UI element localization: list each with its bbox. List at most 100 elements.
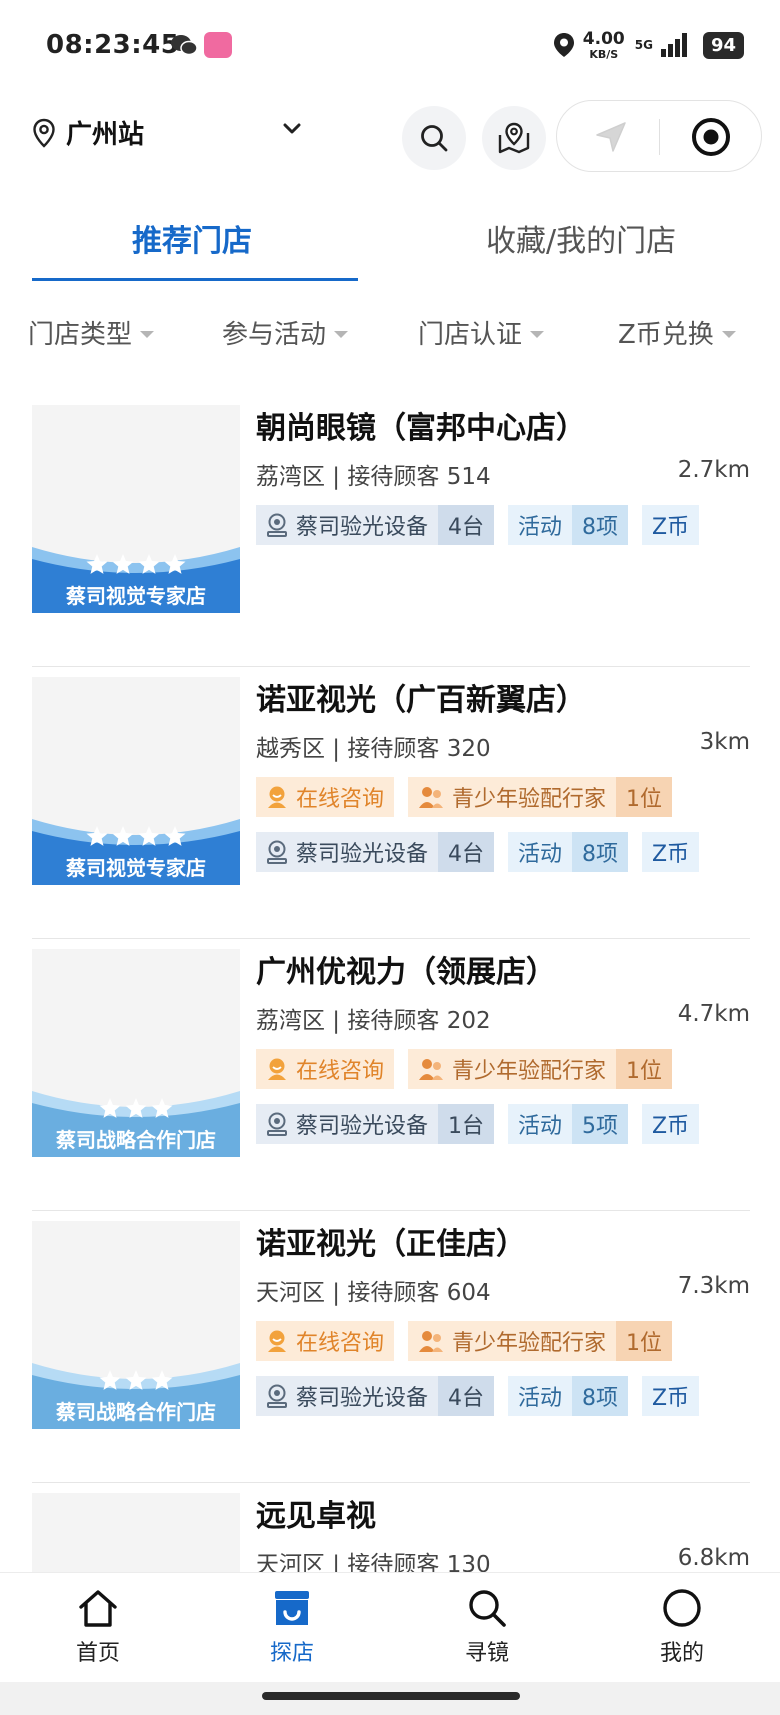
activity-tag[interactable]: 活动 8项 <box>508 1376 629 1416</box>
feature-tags: 蔡司验光设备 1台 活动 5项 Z币 <box>256 1104 700 1144</box>
service-tags: 在线咨询 青少年验配行家 1位 <box>256 1049 673 1089</box>
equipment-tag[interactable]: 蔡司验光设备 4台 <box>256 832 495 872</box>
store-card[interactable]: 远见卓视 天河区 | 接待顾客 130 6.8km <box>0 1483 780 1573</box>
wechat-icon <box>171 35 198 56</box>
activity-tag[interactable]: 活动 5项 <box>508 1104 629 1144</box>
city-selector[interactable]: 广州站 <box>32 114 144 151</box>
location-pin-icon <box>33 118 55 148</box>
store-thumbnail[interactable] <box>32 1493 240 1573</box>
equipment-tag[interactable]: 蔡司验光设备 4台 <box>256 505 495 545</box>
customers-count: 604 <box>446 1280 491 1306</box>
consult-online-tag[interactable]: 在线咨询 <box>256 777 395 817</box>
equipment-tag[interactable]: 蔡司验光设备 1台 <box>256 1104 495 1144</box>
search-button[interactable] <box>402 106 466 170</box>
filter-zcoin[interactable]: Z币兑换 <box>618 314 736 351</box>
consult-online-tag[interactable]: 在线咨询 <box>256 1049 395 1089</box>
zcoin-tag[interactable]: Z币 <box>642 832 700 872</box>
people-icon <box>419 1331 444 1352</box>
caret-down-icon <box>334 331 349 338</box>
meta-space <box>439 1280 446 1306</box>
tab-recommended[interactable]: 推荐门店 <box>132 216 252 260</box>
meta-space <box>439 736 446 762</box>
zcoin-tag[interactable]: Z币 <box>642 1376 700 1416</box>
store-meta: 天河区 | 接待顾客 130 <box>256 1545 491 1573</box>
tag-body: 青少年验配行家 <box>408 777 617 817</box>
feature-tags: 蔡司验光设备 4台 活动 8项 Z币 <box>256 832 700 872</box>
store-name: 广州优视力（领展店） <box>256 955 556 990</box>
teen-label: 青少年验配行家 <box>452 1331 607 1356</box>
equipment-label: 蔡司验光设备 <box>296 1386 429 1411</box>
activity-count: 8项 <box>572 505 629 545</box>
tag-body: 在线咨询 <box>256 777 395 817</box>
badge-label: 蔡司战略合作门店 <box>56 1128 216 1152</box>
tab-favorites[interactable]: 收藏/我的门店 <box>486 216 676 260</box>
store-name: 远见卓视 <box>256 1499 376 1534</box>
store-card[interactable]: 蔡司战略合作门店 广州优视力（领展店） 荔湾区 | 接待顾客 202 4.7km 在线咨… <box>0 939 780 1211</box>
consult-online-tag[interactable]: 在线咨询 <box>256 1321 395 1361</box>
people-icon <box>419 1059 444 1080</box>
target-icon[interactable] <box>691 117 731 157</box>
activity-tag[interactable]: 活动 8项 <box>508 832 629 872</box>
home-icon <box>79 1590 117 1627</box>
tag-body: 蔡司验光设备 <box>256 505 439 545</box>
store-tabs: 推荐门店 收藏/我的门店 <box>0 208 780 282</box>
nav-explore[interactable]: 探店 <box>232 1587 352 1667</box>
consult-avatar-icon <box>268 786 286 808</box>
store-card[interactable]: 蔡司战略合作门店 诺亚视光（正佳店） 天河区 | 接待顾客 604 7.3km 在线咨询… <box>0 1211 780 1483</box>
zcoin-tag[interactable]: Z币 <box>642 505 700 545</box>
customers-count: 514 <box>446 464 491 490</box>
chevron-down-icon[interactable] <box>282 122 302 136</box>
consult-avatar-icon <box>268 1058 286 1080</box>
equipment-icon <box>267 840 287 864</box>
teen-expert-tag[interactable]: 青少年验配行家 1位 <box>408 1049 673 1089</box>
activity-tag[interactable]: 活动 8项 <box>508 505 629 545</box>
badge-label: 蔡司视觉专家店 <box>66 584 206 608</box>
store-distance: 2.7km <box>677 457 750 483</box>
filter-certification[interactable]: 门店认证 <box>418 314 545 351</box>
teen-count: 1位 <box>616 777 673 817</box>
map-button[interactable] <box>482 106 546 170</box>
store-meta: 越秀区 | 接待顾客 320 <box>256 729 491 763</box>
teen-count: 1位 <box>616 1321 673 1361</box>
home-indicator[interactable] <box>262 1692 520 1700</box>
store-district: 荔湾区 <box>256 1008 325 1034</box>
teen-label: 青少年验配行家 <box>452 787 607 812</box>
meta-separator: | <box>325 736 348 762</box>
store-card[interactable]: 蔡司视觉专家店 朝尚眼镜（富邦中心店） 荔湾区 | 接待顾客 514 2.7km 蔡司验… <box>0 395 780 667</box>
store-list: 蔡司视觉专家店 朝尚眼镜（富邦中心店） 荔湾区 | 接待顾客 514 2.7km 蔡司验… <box>0 395 780 1573</box>
filter-activity[interactable]: 参与活动 <box>222 314 349 351</box>
navigate-arrow-icon[interactable] <box>593 119 629 155</box>
teen-expert-tag[interactable]: 青少年验配行家 1位 <box>408 777 673 817</box>
bottom-nav: 首页 探店 寻镜 我的 <box>0 1572 780 1682</box>
store-thumbnail[interactable]: 蔡司战略合作门店 <box>32 1221 240 1429</box>
speed-value: 4.00 <box>582 28 625 49</box>
nav-profile[interactable]: 我的 <box>622 1587 742 1667</box>
zcoin-tag[interactable]: Z币 <box>642 1104 700 1144</box>
tag-body: 蔡司验光设备 <box>256 1104 439 1144</box>
filter-store-type[interactable]: 门店类型 <box>28 314 155 351</box>
equipment-tag[interactable]: 蔡司验光设备 4台 <box>256 1376 495 1416</box>
zcoin-label: Z币 <box>642 1376 700 1416</box>
store-thumbnail[interactable]: 蔡司战略合作门店 <box>32 949 240 1157</box>
customers-label: 接待顾客 <box>347 1280 440 1306</box>
activity-label: 活动 <box>508 1104 573 1144</box>
teen-expert-tag[interactable]: 青少年验配行家 1位 <box>408 1321 673 1361</box>
store-card[interactable]: 蔡司视觉专家店 诺亚视光（广百新翼店） 越秀区 | 接待顾客 320 3km 在线咨询青… <box>0 667 780 939</box>
battery-level: 94 <box>702 31 744 59</box>
store-thumbnail[interactable]: 蔡司视觉专家店 <box>32 405 240 613</box>
store-thumbnail[interactable]: 蔡司视觉专家店 <box>32 677 240 885</box>
activity-label: 活动 <box>508 505 573 545</box>
equipment-count: 1台 <box>438 1104 495 1144</box>
nav-label: 探店 <box>269 1641 314 1666</box>
filter-bar: 门店类型 参与活动 门店认证 Z币兑换 <box>0 306 780 356</box>
nav-find-glasses[interactable]: 寻镜 <box>427 1587 547 1667</box>
store-district: 荔湾区 <box>256 464 325 490</box>
service-tags: 在线咨询 青少年验配行家 1位 <box>256 1321 673 1361</box>
nav-home[interactable]: 首页 <box>38 1587 158 1667</box>
nav-label: 我的 <box>659 1641 704 1666</box>
teen-label: 青少年验配行家 <box>452 1059 607 1084</box>
capsule-divider <box>659 119 660 155</box>
store-distance: 7.3km <box>677 1273 750 1299</box>
customers-count: 130 <box>446 1552 491 1573</box>
equipment-count: 4台 <box>438 505 495 545</box>
